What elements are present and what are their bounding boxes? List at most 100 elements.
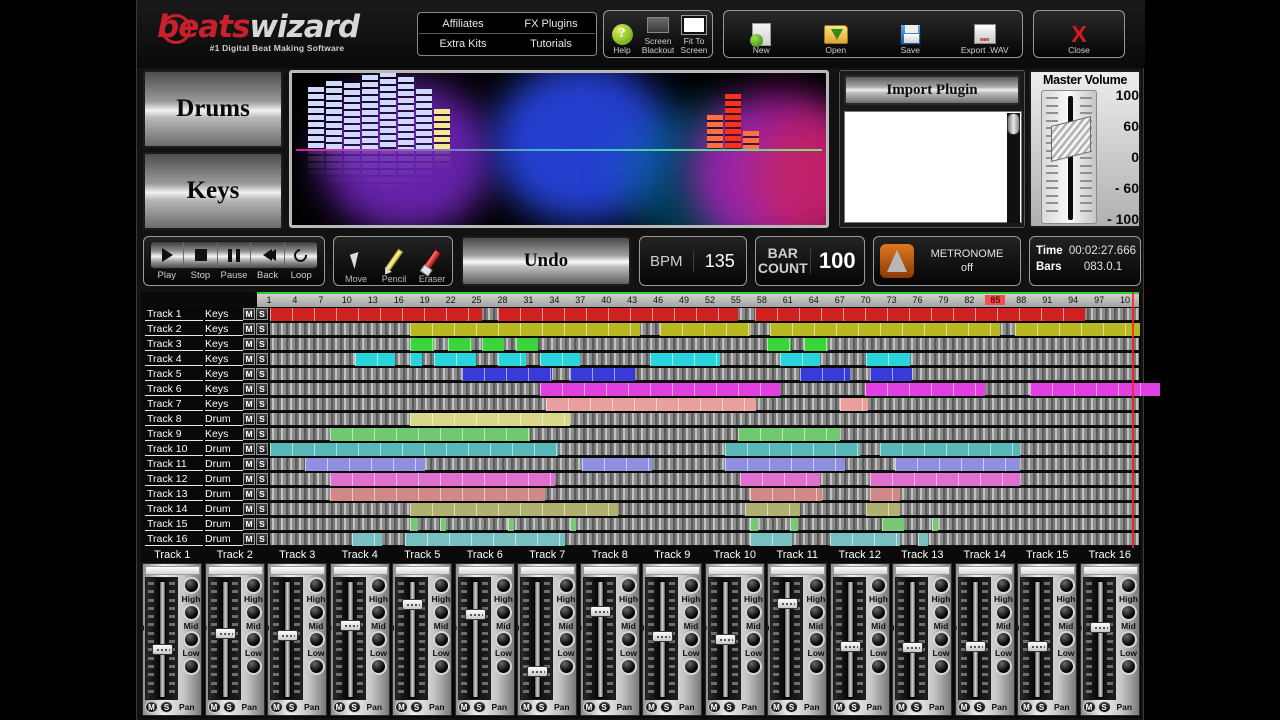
- track-solo-button-1[interactable]: S: [256, 308, 268, 320]
- play-button[interactable]: [151, 242, 184, 268]
- mid-knob-5[interactable]: [433, 604, 450, 621]
- pan-knob-3[interactable]: [308, 658, 325, 675]
- mid-knob-1[interactable]: [183, 604, 200, 621]
- track-name-12[interactable]: Track 12: [145, 473, 203, 486]
- mixer-solo-button-16[interactable]: S: [1098, 701, 1111, 713]
- bpm-display[interactable]: BPM 135: [639, 236, 747, 286]
- pan-knob-10[interactable]: [745, 658, 762, 675]
- track-mute-button-12[interactable]: M: [243, 473, 255, 485]
- track-solo-button-14[interactable]: S: [256, 503, 268, 515]
- ruler-tick-28[interactable]: 28: [492, 295, 512, 305]
- clip[interactable]: [270, 308, 482, 321]
- clip[interactable]: [750, 518, 758, 531]
- pan-knob-9[interactable]: [683, 658, 700, 675]
- clip[interactable]: [1030, 383, 1160, 396]
- track-lane-13[interactable]: [270, 488, 1139, 501]
- clip[interactable]: [570, 368, 635, 381]
- menu-item-fx-plugins[interactable]: FX Plugins: [507, 14, 595, 33]
- ruler-tick-46[interactable]: 46: [648, 295, 668, 305]
- bpm-value[interactable]: 135: [693, 251, 747, 272]
- volume-fader-5[interactable]: [395, 577, 428, 700]
- mixer-solo-button-9[interactable]: S: [660, 701, 673, 713]
- mid-knob-4[interactable]: [370, 604, 387, 621]
- clip[interactable]: [660, 323, 750, 336]
- ruler-tick-58[interactable]: 58: [752, 295, 772, 305]
- clip[interactable]: [870, 473, 1020, 486]
- mid-knob-12[interactable]: [870, 604, 887, 621]
- ruler-tick-85[interactable]: 85: [985, 295, 1005, 305]
- track-lane-14[interactable]: [270, 503, 1139, 516]
- mixer-mute-button-15[interactable]: M: [1020, 701, 1033, 713]
- ruler-tick-67[interactable]: 67: [830, 295, 850, 305]
- track-lane-8[interactable]: [270, 413, 1139, 426]
- mixer-mute-button-1[interactable]: M: [145, 701, 158, 713]
- clip[interactable]: [870, 488, 900, 501]
- clip[interactable]: [866, 353, 910, 366]
- track-kind-15[interactable]: Drum: [205, 518, 243, 531]
- ruler-tick-55[interactable]: 55: [726, 295, 746, 305]
- ruler-tick-88[interactable]: 88: [1011, 295, 1031, 305]
- low-knob-11[interactable]: [808, 631, 825, 648]
- clip[interactable]: [932, 518, 938, 531]
- mid-knob-14[interactable]: [995, 604, 1012, 621]
- fader-handle-3[interactable]: [277, 630, 298, 641]
- clip[interactable]: [582, 458, 652, 471]
- fader-handle-1[interactable]: [152, 644, 173, 655]
- ruler-tick-7[interactable]: 7: [311, 295, 331, 305]
- mixer-mute-button-7[interactable]: M: [520, 701, 533, 713]
- track-kind-12[interactable]: Drum: [205, 473, 243, 486]
- low-knob-10[interactable]: [745, 631, 762, 648]
- low-knob-13[interactable]: [933, 631, 950, 648]
- track-solo-button-10[interactable]: S: [256, 443, 268, 455]
- mixer-mute-button-2[interactable]: M: [208, 701, 221, 713]
- ruler-tick-10[interactable]: 10: [337, 295, 357, 305]
- low-knob-5[interactable]: [433, 631, 450, 648]
- mixer-mute-button-12[interactable]: M: [833, 701, 846, 713]
- mixer-solo-button-2[interactable]: S: [223, 701, 236, 713]
- ruler-tick-73[interactable]: 73: [882, 295, 902, 305]
- mixer-mute-button-3[interactable]: M: [270, 701, 283, 713]
- track-name-6[interactable]: Track 6: [145, 383, 203, 396]
- volume-fader-7[interactable]: [520, 577, 553, 700]
- mixer-solo-button-6[interactable]: S: [473, 701, 486, 713]
- ruler-tick-52[interactable]: 52: [700, 295, 720, 305]
- track-kind-5[interactable]: Keys: [205, 368, 243, 381]
- track-lane-11[interactable]: [270, 458, 1139, 471]
- ruler-tick-34[interactable]: 34: [544, 295, 564, 305]
- ruler-tick-70[interactable]: 70: [856, 295, 876, 305]
- mixer-solo-button-7[interactable]: S: [535, 701, 548, 713]
- clip[interactable]: [330, 473, 555, 486]
- clip[interactable]: [804, 338, 828, 351]
- clip[interactable]: [750, 488, 822, 501]
- fader-handle-5[interactable]: [402, 599, 423, 610]
- mid-knob-13[interactable]: [933, 604, 950, 621]
- ruler-tick-82[interactable]: 82: [959, 295, 979, 305]
- high-knob-15[interactable]: [1058, 577, 1075, 594]
- track-name-15[interactable]: Track 15: [145, 518, 203, 531]
- clip[interactable]: [516, 338, 538, 351]
- track-name-1[interactable]: Track 1: [145, 308, 203, 321]
- track-kind-4[interactable]: Keys: [205, 353, 243, 366]
- clip[interactable]: [865, 383, 985, 396]
- track-mute-button-2[interactable]: M: [243, 323, 255, 335]
- track-kind-8[interactable]: Drum: [205, 413, 243, 426]
- track-mute-button-7[interactable]: M: [243, 398, 255, 410]
- clip[interactable]: [546, 398, 756, 411]
- mid-knob-10[interactable]: [745, 604, 762, 621]
- low-knob-3[interactable]: [308, 631, 325, 648]
- track-mute-button-3[interactable]: M: [243, 338, 255, 350]
- fader-handle-9[interactable]: [652, 631, 673, 642]
- pan-knob-12[interactable]: [870, 658, 887, 675]
- fader-handle-12[interactable]: [840, 641, 861, 652]
- high-knob-8[interactable]: [620, 577, 637, 594]
- clip[interactable]: [800, 368, 850, 381]
- clip[interactable]: [305, 458, 425, 471]
- track-name-3[interactable]: Track 3: [145, 338, 203, 351]
- low-knob-7[interactable]: [558, 631, 575, 648]
- mixer-solo-button-15[interactable]: S: [1035, 701, 1048, 713]
- new-button[interactable]: New: [724, 11, 799, 57]
- metronome-icon[interactable]: [880, 244, 914, 278]
- clip[interactable]: [352, 533, 382, 546]
- track-kind-1[interactable]: Keys: [205, 308, 243, 321]
- clip[interactable]: [745, 503, 800, 516]
